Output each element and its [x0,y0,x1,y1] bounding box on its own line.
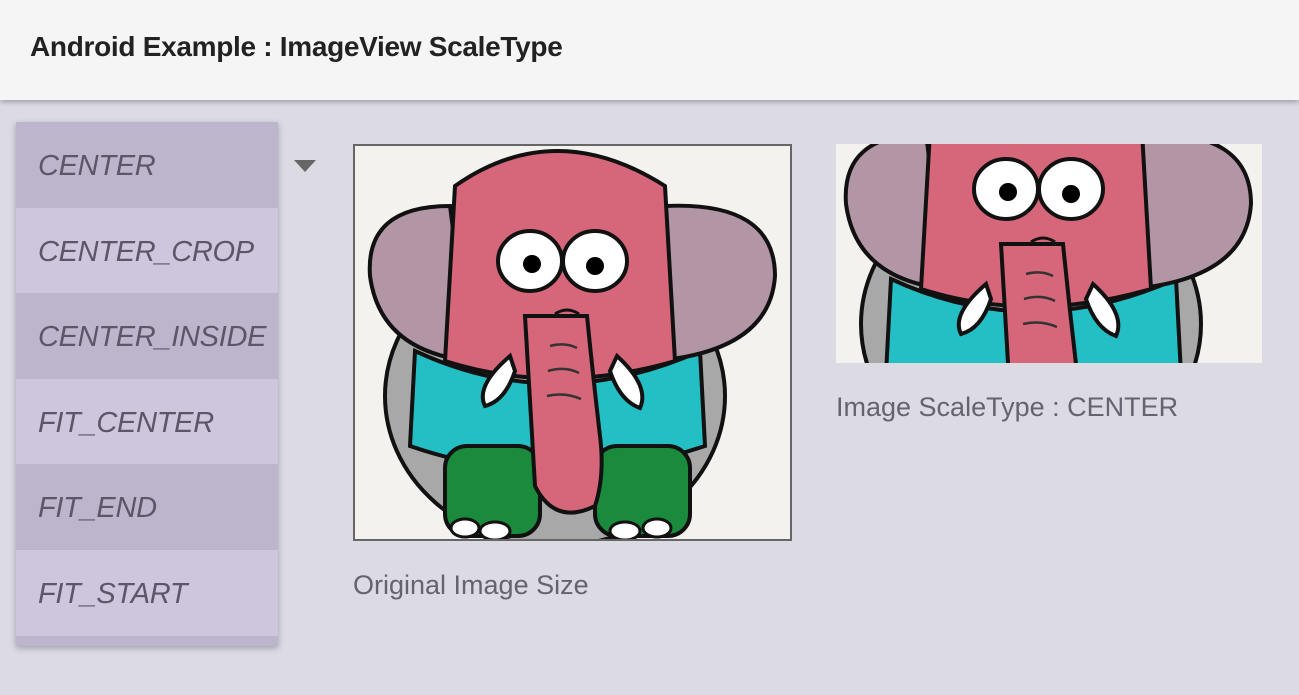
dropdown-option-label: CENTER_INSIDE [38,321,267,353]
dropdown-option-center-inside[interactable]: CENTER_INSIDE [16,293,278,379]
dropdown-option-fit-end[interactable]: FIT_END [16,464,278,550]
dropdown-option-label: CENTER_CROP [38,236,254,268]
dropdown-option-fit-start[interactable]: FIT_START [16,550,278,636]
scale-type-caption: Image ScaleType : CENTER [836,392,1179,422]
dropdown-option-label: CENTER [38,150,156,182]
scale-type-dropdown-list[interactable]: CENTER CENTER_CROP CENTER_INSIDE FIT_CEN… [16,122,278,646]
dropdown-option-label: FIT_END [38,492,157,524]
app-title: Android Example : ImageView ScaleType [30,31,563,62]
original-image-caption: Original Image Size [353,570,589,600]
elephant-image [367,149,777,539]
dropdown-option-center[interactable]: CENTER [16,122,278,208]
arrow-drop-down-icon[interactable] [294,160,316,172]
dropdown-option-label: FIT_CENTER [38,407,214,439]
dropdown-option-center-crop[interactable]: CENTER_CROP [16,208,278,294]
original-image-view [353,144,792,541]
app-bar: Android Example : ImageView ScaleType [0,0,1299,100]
scaled-image-view [836,144,1262,363]
dropdown-option-label: FIT_START [38,578,188,610]
elephant-image-cropped [843,144,1253,363]
dropdown-option-fit-center[interactable]: FIT_CENTER [16,379,278,465]
dropdown-next-option-edge [16,636,278,646]
